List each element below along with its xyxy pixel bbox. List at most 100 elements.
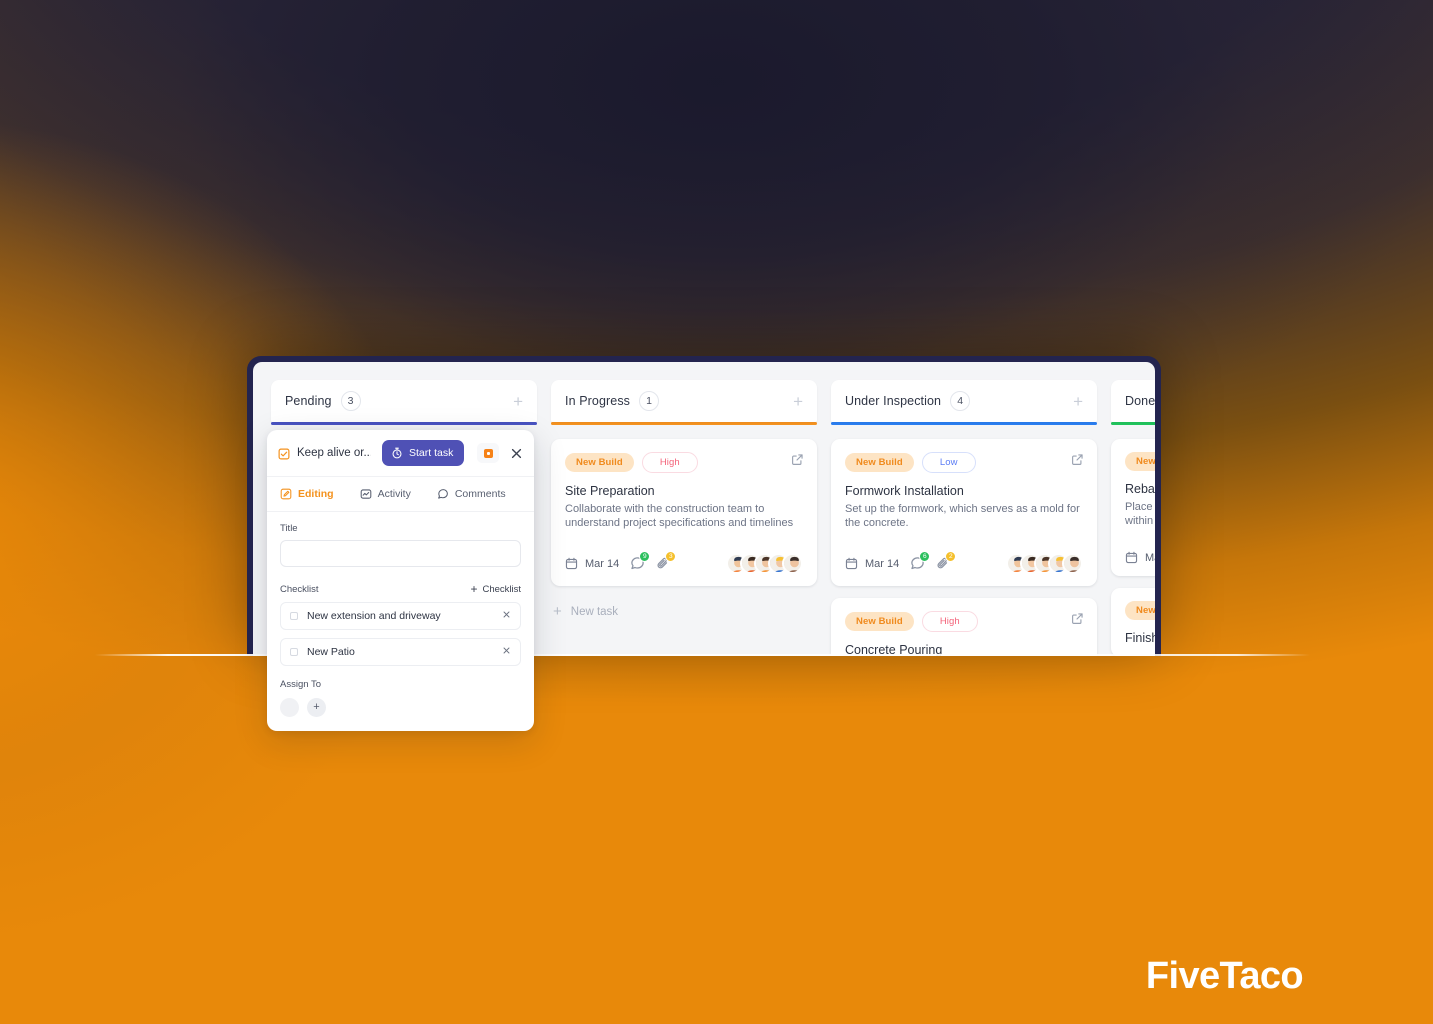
tab-comments[interactable]: Comments	[437, 488, 506, 500]
add-assignee-button[interactable]: +	[307, 698, 326, 717]
activity-icon	[360, 489, 371, 499]
checklist-checkbox-icon[interactable]	[290, 612, 298, 620]
task-card[interactable]: New Build Finishing	[1111, 588, 1155, 656]
stopwatch-icon	[392, 447, 402, 459]
checklist-item[interactable]: New extension and driveway	[280, 602, 521, 630]
column-header: In Progress 1 +	[551, 380, 817, 422]
editing-panel-tabs: Editing Activity Comments	[267, 477, 534, 512]
tab-comments-label: Comments	[454, 488, 506, 500]
column-cards: New Build Rebar Installation Place and sec…	[1111, 425, 1155, 656]
column-title: Pending	[285, 394, 332, 408]
card-type-chip: New Build	[1125, 451, 1155, 471]
assign-to-label: Assign To	[280, 679, 322, 690]
attachment-count-badge: 2	[945, 551, 957, 563]
card-description: Place and secure the steel reinforcement…	[1125, 500, 1155, 528]
assignee-avatar-group	[1006, 553, 1083, 575]
card-type-chip: New Build	[845, 612, 914, 632]
stop-task-button[interactable]	[477, 443, 500, 463]
tab-activity-label: Activity	[377, 488, 411, 500]
card-priority-chip: High	[641, 451, 698, 473]
task-card[interactable]: New Build Low Formwork Installation Set up …	[831, 438, 1097, 587]
editing-panel-header: Keep alive or... Start task	[267, 430, 534, 477]
avatar-image	[784, 555, 801, 573]
assign-to-row: +	[280, 698, 521, 717]
column-header: Under Inspection 4 +	[831, 380, 1097, 422]
kanban-column: Under Inspection 4 + New Build Low Formwork I…	[831, 380, 1097, 656]
column-count-badge: 1	[639, 391, 660, 411]
plus-icon: +	[553, 603, 562, 621]
kanban-column: In Progress 1 + New Build High Site Preparati…	[551, 380, 817, 656]
avatar	[1062, 553, 1083, 575]
card-due-date: Mar 14	[585, 557, 620, 570]
card-chips: New Build High	[565, 451, 803, 473]
comment-count-icon: 6	[910, 551, 931, 571]
column-header: Done+	[1111, 380, 1155, 422]
task-card[interactable]: New Build High Site Preparation Collaborate…	[551, 438, 817, 587]
open-card-icon	[1071, 453, 1084, 466]
column-title: Done	[1125, 394, 1155, 408]
card-title: Formwork Installation	[845, 483, 964, 498]
add-card-button[interactable]: +	[1073, 393, 1083, 410]
checklist-item-label: New extension and driveway	[307, 610, 441, 622]
checklist-item-label: New Patio	[307, 646, 355, 658]
start-task-label: Start task	[409, 447, 454, 459]
calendar-icon	[845, 557, 858, 570]
card-footer: Mar 14	[1125, 551, 1155, 564]
checklist-label: Checklist	[280, 583, 319, 595]
task-card[interactable]: New Build Rebar Installation Place and sec…	[1111, 438, 1155, 577]
start-task-button[interactable]: Start task	[382, 440, 465, 466]
tab-editing[interactable]: Editing	[280, 488, 334, 500]
card-type-chip: New Build	[845, 452, 914, 472]
comment-icon	[437, 489, 448, 499]
plus-icon: +	[470, 582, 478, 596]
card-chips: New Build Low	[845, 451, 1083, 473]
editing-panel-body: Title Checklist + Checklist New extensio…	[267, 512, 534, 731]
calendar-icon	[1125, 551, 1138, 564]
pencil-square-icon	[280, 488, 292, 500]
title-field-label: Title	[280, 523, 298, 534]
column-title: In Progress	[565, 394, 631, 408]
add-card-button[interactable]: +	[793, 393, 803, 410]
attachment-icon: 3	[656, 551, 677, 571]
column-title: Under Inspection	[845, 394, 942, 408]
calendar-icon	[565, 557, 578, 570]
card-type-chip: New Build	[1125, 601, 1155, 621]
card-footer: Mar 14 9 3	[565, 551, 803, 575]
task-editing-panel[interactable]: Keep alive or... Start task Editing Acti…	[267, 430, 534, 731]
new-task-label: New task	[570, 605, 619, 618]
task-checkbox-icon[interactable]	[278, 447, 290, 460]
title-input[interactable]	[280, 540, 521, 567]
column-cards: New Build Low Formwork Installation Set up …	[831, 425, 1097, 656]
card-chips: New Build	[1125, 601, 1155, 621]
avatar-image	[1064, 555, 1081, 573]
comment-count-badge: 6	[919, 551, 931, 563]
card-chips: New Build High	[845, 611, 1083, 633]
kanban-column: Done+ New Build Rebar Installation Place an…	[1111, 380, 1155, 656]
close-icon[interactable]	[510, 447, 523, 460]
add-checklist-button[interactable]: + Checklist	[470, 583, 521, 595]
task-card[interactable]: New Build High Concrete Pouring	[831, 598, 1097, 656]
checklist-checkbox-icon[interactable]	[290, 648, 298, 656]
card-due-date: Mar 14	[1145, 551, 1155, 564]
tab-activity[interactable]: Activity	[360, 488, 411, 500]
avatar-placeholder	[280, 698, 299, 717]
card-chips: New Build	[1125, 451, 1155, 471]
attachment-icon: 2	[936, 551, 957, 571]
column-count-badge: 3	[340, 391, 361, 411]
new-task-button[interactable]: + New task	[551, 598, 817, 625]
card-description: Set up the formwork, which serves as a m…	[845, 502, 1080, 530]
open-card-icon	[791, 453, 804, 466]
checklist-item[interactable]: New Patio	[280, 638, 521, 666]
column-cards: New Build High Site Preparation Collaborate…	[551, 425, 817, 626]
remove-checklist-item-icon[interactable]	[502, 646, 511, 658]
avatar	[782, 553, 803, 575]
add-card-button[interactable]: +	[513, 393, 523, 410]
card-priority-chip: High	[921, 611, 978, 633]
add-checklist-label: Checklist	[482, 583, 521, 595]
card-title: Rebar Installation	[1125, 481, 1155, 496]
tab-editing-label: Editing	[298, 488, 334, 500]
card-footer: Mar 14 6 2	[845, 551, 1083, 575]
remove-checklist-item-icon[interactable]	[502, 610, 511, 622]
card-description: Collaborate with the construction team t…	[565, 502, 794, 530]
card-title: Finishing	[1125, 631, 1155, 646]
